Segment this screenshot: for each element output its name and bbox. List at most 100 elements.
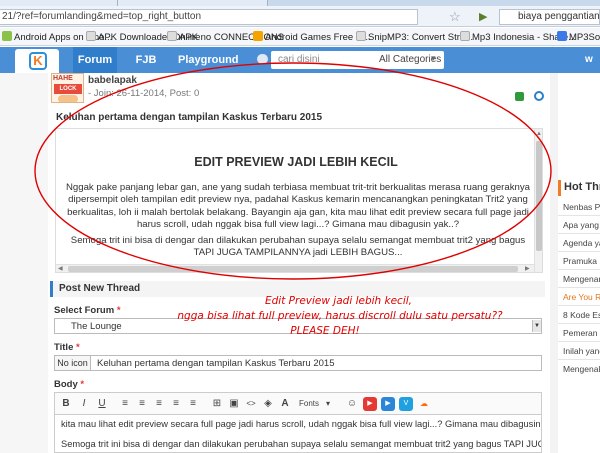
preview-paragraph: Semoga trit ini bisa di dengar dan dilak… [70, 235, 526, 259]
scroll-up-icon[interactable]: ▲ [536, 131, 542, 137]
sidebar-hot-thread-item[interactable]: Mengenang [563, 274, 600, 284]
hot-thread-title: Hot Thre [564, 181, 600, 193]
numbered-list-icon[interactable]: ≡ [186, 397, 200, 411]
bookmark-star-icon[interactable]: ☆ [449, 10, 461, 24]
bold-button[interactable]: B [59, 397, 73, 411]
bookmark-item[interactable]: SnipMP3: Convert Stre... [356, 31, 473, 43]
preview-box: EDIT PREVIEW JADI LEBIH KECIL Nggak pake… [55, 128, 543, 273]
code-icon[interactable]: <> [244, 397, 258, 411]
required-mark: * [116, 305, 121, 316]
title-field[interactable]: No icon Keluhan pertama dengan tampilan … [54, 355, 542, 371]
kaskus-logo[interactable]: K [15, 49, 59, 73]
preview-horizontal-scrollbar[interactable]: ◀ ▶ [56, 264, 534, 272]
preview-heading: EDIT PREVIEW JADI LEBIH KECIL [194, 155, 398, 169]
divider [558, 359, 600, 360]
font-color-icon[interactable]: A [278, 397, 292, 411]
bookmark-item[interactable]: Android Games Free D... [253, 31, 371, 43]
video-icon[interactable]: ▶ [381, 397, 395, 411]
gamepad-icon [253, 31, 263, 41]
vimeo-icon[interactable]: V [399, 397, 413, 411]
bullet-list-icon[interactable]: ≡ [169, 397, 183, 411]
sidebar-hot-thread-item[interactable]: Are You Rea [563, 292, 600, 302]
avatar[interactable]: HAHE LOCK [51, 73, 84, 103]
right-gutter [550, 73, 558, 453]
scroll-right-icon[interactable]: ▶ [525, 265, 530, 272]
sidebar-hot-thread-item[interactable]: Apa yang Ag [563, 220, 600, 230]
site-search[interactable]: cari disini All Categories ▾ [271, 51, 444, 69]
divider [558, 233, 600, 234]
chevron-down-icon[interactable]: ▾ [431, 53, 436, 64]
avatar-image: LOCK [54, 84, 82, 94]
quote-icon[interactable]: ◈ [261, 397, 275, 411]
smiley-icon[interactable]: ☺ [345, 397, 359, 411]
browser-search-input[interactable]: biaya penggantian plat n [499, 9, 600, 25]
divider [558, 305, 600, 306]
online-status-icon [515, 92, 524, 101]
align-center-icon[interactable]: ≡ [135, 397, 149, 411]
preview-paragraph: Nggak pake panjang lebar gan, ane yang s… [66, 182, 530, 231]
user-join-info: - Join: 26-11-2014, Post: 0 [88, 88, 200, 99]
divider [558, 269, 600, 270]
scroll-left-icon[interactable]: ◀ [58, 265, 63, 272]
body-text-line: Semoga trit ini bisa di dengar dan dilak… [61, 439, 541, 449]
address-bar[interactable]: 21/?ref=forumlanding&med=top_right_butto… [0, 9, 418, 25]
search-input[interactable]: cari disini [278, 54, 320, 65]
preview-vertical-scrollbar[interactable]: ▲ [534, 129, 542, 272]
align-left-icon[interactable]: ≡ [118, 397, 132, 411]
chevron-down-icon[interactable]: ▼ [532, 320, 541, 332]
sidebar-hot-thread-item[interactable]: Inilah yang [563, 346, 600, 356]
divider [558, 341, 600, 342]
soundcloud-icon[interactable]: ☁ [417, 397, 431, 411]
annotation-text-line3: PLEASE DEH! [290, 325, 360, 337]
cloud-icon [257, 54, 268, 64]
page-icon [460, 31, 470, 41]
header-right-text[interactable]: w [585, 54, 593, 65]
underline-button[interactable]: U [95, 397, 109, 411]
username[interactable]: babelapak [88, 75, 137, 86]
page-icon [167, 31, 177, 41]
hot-thread-header: Hot Thre [558, 180, 600, 196]
go-arrow-icon[interactable]: ▶ [479, 10, 487, 24]
icon-picker-button[interactable]: No icon [55, 356, 91, 370]
sidebar-hot-thread-item[interactable]: Mengenal K [563, 364, 600, 374]
sidebar-hot-thread-item[interactable]: Agenda yan [563, 238, 600, 248]
bookmark-item[interactable]: MP3Soup [557, 31, 600, 43]
image-icon[interactable]: ▣ [227, 397, 241, 411]
table-icon[interactable]: ⊞ [210, 397, 224, 411]
tab-forum[interactable]: Forum [73, 47, 117, 73]
avatar-image: HAHE [53, 75, 73, 82]
profile-icon[interactable] [534, 91, 544, 101]
italic-button[interactable]: I [77, 397, 91, 411]
title-label: Title * [54, 342, 80, 353]
sidebar-hot-thread-item[interactable]: 8 Kode Esik [563, 310, 600, 320]
avatar-image [58, 95, 78, 102]
editor-toolbar: B I U ≡ ≡ ≡ ≡ ≡ ⊞ ▣ <> ◈ A Fonts ▾ ☺ ▶ ▶… [54, 392, 542, 414]
body-textarea[interactable]: kita mau lihat edit preview secara full … [54, 414, 542, 453]
youtube-icon[interactable]: ▶ [363, 397, 377, 411]
required-mark: * [80, 379, 85, 390]
fonts-button[interactable]: Fonts [298, 397, 320, 411]
sidebar-hot-thread-item[interactable]: Nenbas Perk [563, 202, 600, 212]
scrollbar-thumb[interactable] [68, 266, 518, 272]
android-icon [2, 31, 12, 41]
divider [558, 323, 600, 324]
browser-toolbar: 21/?ref=forumlanding&med=top_right_butto… [0, 6, 600, 27]
site-header: K Forum FJB Playground cari disini All C… [0, 47, 600, 73]
body-text-line: kita mau lihat edit preview secara full … [61, 419, 542, 429]
page-icon [86, 31, 96, 41]
music-icon [557, 31, 567, 41]
chevron-down-icon[interactable]: ▾ [321, 397, 335, 411]
divider [558, 287, 600, 288]
page-icon [356, 31, 366, 41]
preview-post-title: Keluhan pertama dengan tampilan Kaskus T… [56, 112, 323, 123]
sidebar-hot-thread-item[interactable]: Pramuka , E [563, 256, 600, 266]
body-label: Body * [54, 379, 85, 390]
title-input[interactable]: Keluhan pertama dengan tampilan Kaskus T… [97, 358, 335, 369]
align-right-icon[interactable]: ≡ [152, 397, 166, 411]
tab-fjb[interactable]: FJB [131, 47, 161, 73]
tab-playground[interactable]: Playground [178, 47, 239, 73]
required-mark: * [76, 342, 80, 353]
sidebar-hot-thread-item[interactable]: Pemeran Fil [563, 328, 600, 338]
scrollbar-thumb[interactable] [536, 141, 542, 251]
forum-select-value: The Lounge [71, 321, 122, 332]
